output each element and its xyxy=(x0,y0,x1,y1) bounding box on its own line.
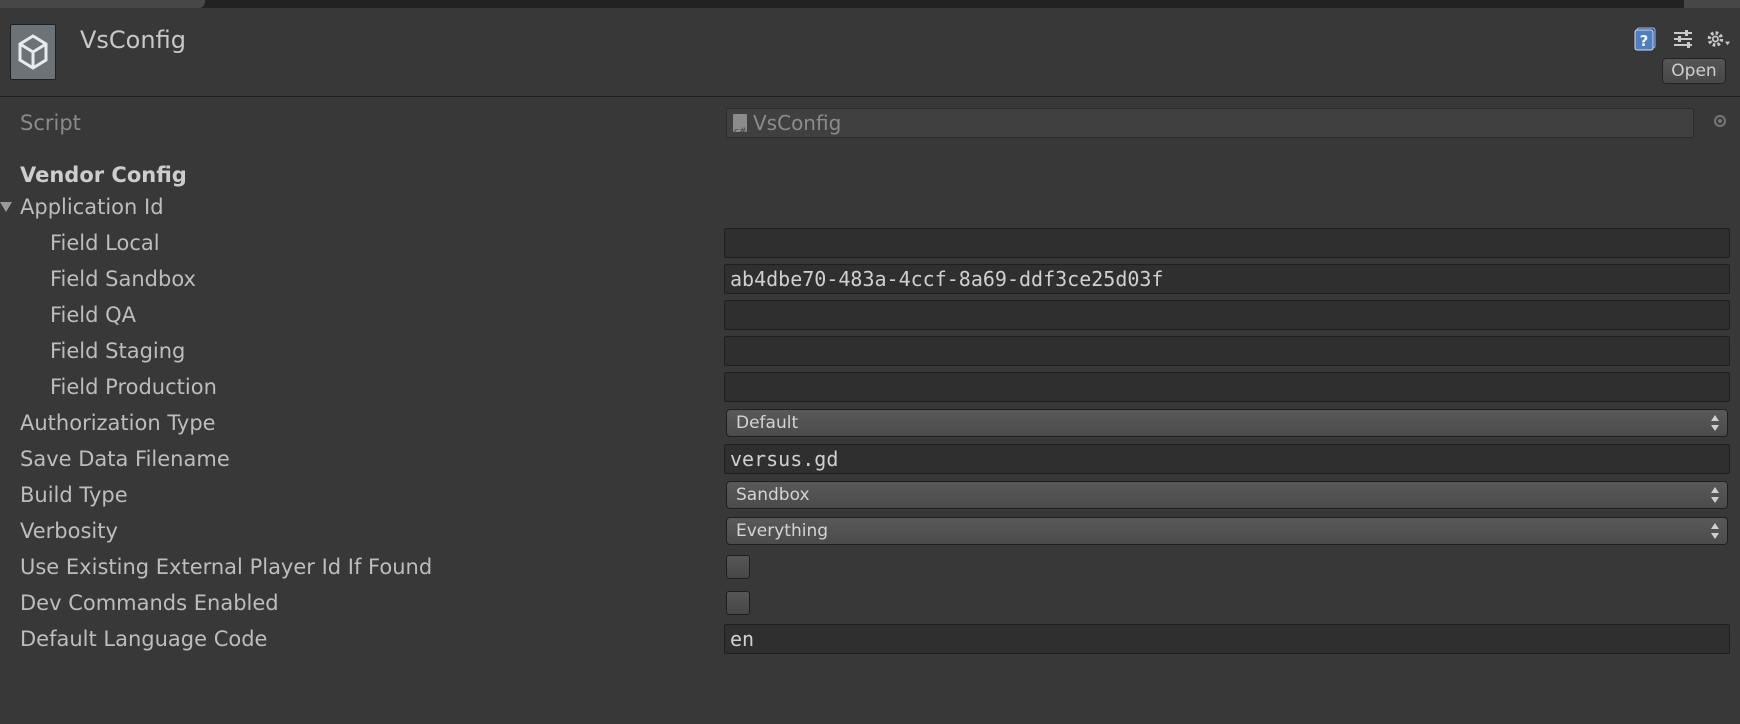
field-local-row: Field Local xyxy=(0,225,1740,261)
window-tab-strip xyxy=(0,0,1740,8)
csharp-script-icon xyxy=(733,114,747,137)
object-picker-icon[interactable] xyxy=(1714,115,1726,127)
dev-commands-label: Dev Commands Enabled xyxy=(20,591,279,615)
help-icon[interactable]: ? xyxy=(1632,26,1658,52)
default-language-input[interactable]: en xyxy=(724,624,1730,654)
inspector-tab[interactable] xyxy=(0,0,205,8)
field-production-input[interactable] xyxy=(724,372,1730,402)
field-qa-input[interactable] xyxy=(724,300,1730,330)
default-language-row: Default Language Code en xyxy=(0,621,1740,657)
field-local-label: Field Local xyxy=(50,231,160,255)
authorization-type-label: Authorization Type xyxy=(20,411,216,435)
field-sandbox-row: Field Sandbox ab4dbe70-483a-4ccf-8a69-dd… xyxy=(0,261,1740,297)
field-staging-input[interactable] xyxy=(724,336,1730,366)
dev-commands-row: Dev Commands Enabled xyxy=(0,585,1740,621)
field-production-row: Field Production xyxy=(0,369,1740,405)
verbosity-row: Verbosity Everything xyxy=(0,513,1740,549)
field-sandbox-label: Field Sandbox xyxy=(50,267,196,291)
field-production-label: Field Production xyxy=(50,375,217,399)
dropdown-arrows-icon xyxy=(1711,523,1719,539)
open-button[interactable]: Open xyxy=(1662,58,1726,84)
save-data-filename-row: Save Data Filename versus.gd xyxy=(0,441,1740,477)
field-staging-label: Field Staging xyxy=(50,339,186,363)
use-existing-player-id-label: Use Existing External Player Id If Found xyxy=(20,555,433,579)
gear-icon[interactable] xyxy=(1705,26,1731,52)
application-id-foldout[interactable]: Application Id xyxy=(0,189,1740,225)
application-id-label: Application Id xyxy=(20,195,164,219)
authorization-type-dropdown[interactable]: Default xyxy=(726,409,1728,437)
tab-menu-area[interactable] xyxy=(1684,0,1740,8)
field-qa-label: Field QA xyxy=(50,303,137,327)
field-qa-row: Field QA xyxy=(0,297,1740,333)
script-object-field[interactable]: VsConfig xyxy=(726,108,1694,138)
foldout-arrow-icon[interactable] xyxy=(0,202,12,212)
dropdown-arrows-icon xyxy=(1711,415,1719,431)
svg-text:?: ? xyxy=(1640,32,1649,50)
script-row: Script VsConfig xyxy=(0,105,1740,141)
dropdown-arrows-icon xyxy=(1711,487,1719,503)
section-header: Vendor Config xyxy=(0,157,1740,193)
section-title: Vendor Config xyxy=(20,163,187,187)
presets-icon[interactable] xyxy=(1670,26,1696,52)
dev-commands-checkbox[interactable] xyxy=(726,591,750,615)
asset-title: VsConfig xyxy=(80,26,186,54)
field-local-input[interactable] xyxy=(724,228,1730,258)
unity-logo-icon xyxy=(10,24,56,80)
use-existing-player-id-row: Use Existing External Player Id If Found xyxy=(0,549,1740,585)
build-type-row: Build Type Sandbox xyxy=(0,477,1740,513)
script-value: VsConfig xyxy=(753,111,842,135)
default-language-label: Default Language Code xyxy=(20,627,268,651)
build-type-value: Sandbox xyxy=(736,485,810,505)
build-type-label: Build Type xyxy=(20,483,128,507)
save-data-filename-label: Save Data Filename xyxy=(20,447,230,471)
save-data-filename-input[interactable]: versus.gd xyxy=(724,444,1730,474)
field-sandbox-input[interactable]: ab4dbe70-483a-4ccf-8a69-ddf3ce25d03f xyxy=(724,264,1730,294)
build-type-dropdown[interactable]: Sandbox xyxy=(726,481,1728,509)
script-label: Script xyxy=(20,111,81,135)
inspector-header: VsConfig ? Open xyxy=(0,8,1740,97)
authorization-type-row: Authorization Type Default xyxy=(0,405,1740,441)
verbosity-dropdown[interactable]: Everything xyxy=(726,517,1728,545)
verbosity-label: Verbosity xyxy=(20,519,118,543)
authorization-type-value: Default xyxy=(736,413,799,433)
use-existing-player-id-checkbox[interactable] xyxy=(726,555,750,579)
field-staging-row: Field Staging xyxy=(0,333,1740,369)
verbosity-value: Everything xyxy=(736,521,829,541)
